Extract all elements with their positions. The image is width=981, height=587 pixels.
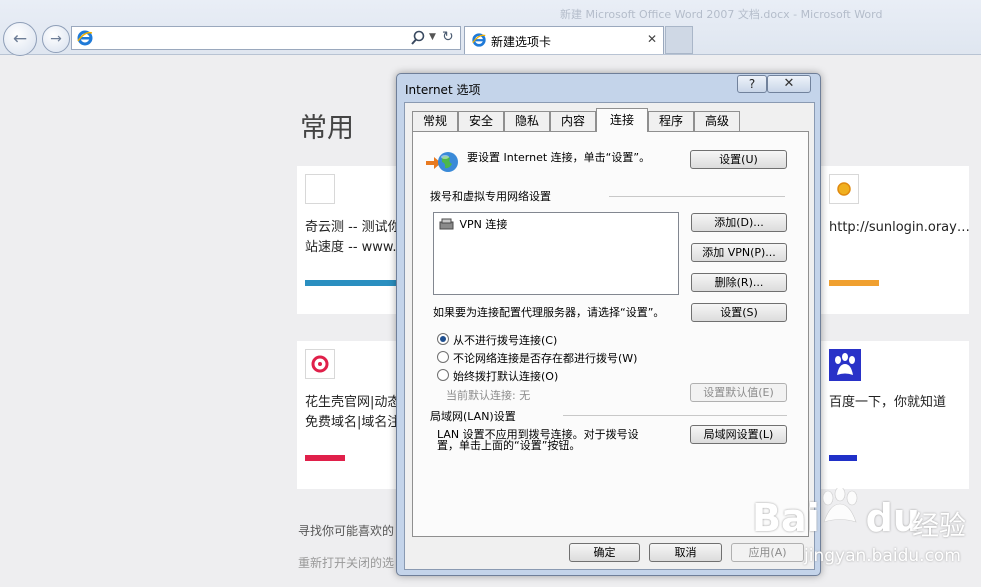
tab-general[interactable]: 常规	[412, 111, 458, 131]
browser-toolbar: 新建 Microsoft Office Word 2007 文档.docx - …	[0, 0, 981, 56]
tile-accent-bar	[305, 455, 345, 461]
help-button[interactable]: ?	[737, 75, 767, 93]
radio-button[interactable]	[437, 333, 449, 345]
connections-list[interactable]: VPN 连接	[433, 212, 679, 295]
remove-button[interactable]: 删除(R)...	[691, 273, 787, 292]
dialog-footer: 确定 取消 应用(A)	[405, 537, 816, 571]
radio-label: 从不进行拨号连接(C)	[453, 334, 558, 347]
internet-options-dialog: Internet 选项 ? ✕ 常规 安全 隐私 内容 连接 程序 高级 要设置…	[396, 73, 821, 576]
tab-privacy[interactable]: 隐私	[504, 111, 550, 131]
watermark-url: jingyan.baidu.com	[804, 546, 961, 566]
tab-connections[interactable]: 连接	[596, 108, 648, 132]
radio-label: 不论网络连接是否存在都进行拨号(W)	[453, 352, 638, 365]
refresh-icon[interactable]: ↻	[442, 29, 454, 45]
site-tile[interactable]: 百度一下，你就知道	[821, 341, 969, 489]
watermark-cn: 经验	[912, 511, 966, 542]
address-text[interactable]	[108, 31, 388, 45]
site-favicon	[305, 349, 335, 379]
connections-panel: 要设置 Internet 连接，单击“设置”。 设置(U) 拨号和虚拟专用网络设…	[412, 131, 809, 537]
discover-link[interactable]: 寻找你可能喜欢的	[298, 522, 394, 539]
tile-title: http://sunlogin.oray…	[829, 220, 969, 235]
current-default-value: 无	[519, 389, 531, 402]
close-icon[interactable]: ✕	[647, 32, 657, 46]
set-default-button[interactable]: 设置默认值(E)	[690, 383, 787, 402]
site-favicon	[829, 174, 859, 204]
radio-always-dial[interactable]: 始终拨打默认连接(O)	[437, 368, 558, 384]
tile-accent-bar	[829, 280, 879, 286]
back-button[interactable]: ←	[3, 22, 37, 56]
ie-logo-icon	[77, 30, 93, 46]
watermark-brand-2: du	[865, 496, 920, 540]
tab-advanced[interactable]: 高级	[694, 111, 740, 131]
add-vpn-button[interactable]: 添加 VPN(P)...	[691, 243, 787, 262]
tab-label: 新建选项卡	[491, 35, 552, 49]
radio-dial-whenever[interactable]: 不论网络连接是否存在都进行拨号(W)	[437, 350, 637, 366]
lan-description-line: 置，单击上面的“设置”按钮。	[437, 439, 581, 452]
list-item-label: VPN 连接	[459, 218, 508, 231]
tab-security[interactable]: 安全	[458, 111, 504, 131]
setup-button[interactable]: 设置(U)	[690, 150, 787, 169]
dialup-group-label: 拨号和虚拟专用网络设置	[430, 190, 551, 203]
oray-icon	[311, 355, 329, 373]
close-button[interactable]: ✕	[767, 75, 811, 93]
tile-title: 百度一下，你就知道	[829, 395, 947, 410]
site-favicon	[829, 349, 861, 381]
chevron-down-icon[interactable]: ▼	[429, 32, 436, 42]
setup-description: 要设置 Internet 连接，单击“设置”。	[467, 151, 651, 164]
tab-content[interactable]: 内容	[550, 111, 596, 131]
proxy-description: 如果要为连接配置代理服务器，请选择“设置”。	[433, 306, 663, 319]
window-title-ghost: 新建 Microsoft Office Word 2007 文档.docx - …	[560, 8, 883, 20]
new-tab-button[interactable]	[665, 26, 693, 54]
tab-new-tab[interactable]: 新建选项卡 ✕	[464, 26, 664, 54]
settings-button[interactable]: 设置(S)	[691, 303, 787, 322]
lan-group-label: 局域网(LAN)设置	[430, 410, 516, 423]
dialog-title: Internet 选项	[405, 83, 481, 97]
tile-accent-bar	[829, 455, 857, 461]
radio-label: 始终拨打默认连接(O)	[453, 370, 559, 383]
lan-description: LAN 设置不应用到拨号连接。对于拨号设 置，单击上面的“设置”按钮。	[437, 429, 639, 451]
ie-logo-icon	[472, 33, 486, 47]
apply-button[interactable]: 应用(A)	[731, 543, 804, 562]
search-icon[interactable]	[410, 30, 426, 46]
current-default-connection: 当前默认连接: 无	[446, 387, 530, 403]
current-default-label: 当前默认连接:	[446, 389, 516, 402]
radio-button[interactable]	[437, 351, 449, 363]
network-globe-icon	[426, 152, 458, 172]
dialog-body: 常规 安全 隐私 内容 连接 程序 高级 要设置 Internet 连接，单击“…	[404, 102, 815, 570]
ok-button[interactable]: 确定	[569, 543, 640, 562]
forward-arrow-icon: →	[50, 31, 62, 47]
tab-programs[interactable]: 程序	[648, 111, 694, 131]
list-item[interactable]: VPN 连接	[438, 216, 507, 232]
reopen-closed-link[interactable]: 重新打开关闭的选	[298, 554, 394, 571]
forward-button[interactable]: →	[42, 25, 70, 53]
lan-settings-button[interactable]: 局域网设置(L)	[690, 425, 787, 444]
radio-never-dial[interactable]: 从不进行拨号连接(C)	[437, 332, 557, 348]
divider	[563, 415, 787, 416]
cancel-button[interactable]: 取消	[649, 543, 722, 562]
site-tile[interactable]: http://sunlogin.oray…	[821, 166, 969, 314]
vpn-connection-icon	[439, 218, 454, 230]
site-favicon	[305, 174, 335, 204]
tile-accent-bar	[305, 280, 405, 286]
page-title: 常用	[300, 113, 354, 144]
back-arrow-icon: ←	[12, 29, 28, 49]
sunlogin-icon	[837, 182, 851, 196]
baidu-paw-icon	[829, 349, 861, 381]
divider	[609, 196, 785, 197]
add-button[interactable]: 添加(D)...	[691, 213, 787, 232]
address-bar[interactable]: ▼ ↻	[71, 26, 461, 50]
radio-button[interactable]	[437, 369, 449, 381]
